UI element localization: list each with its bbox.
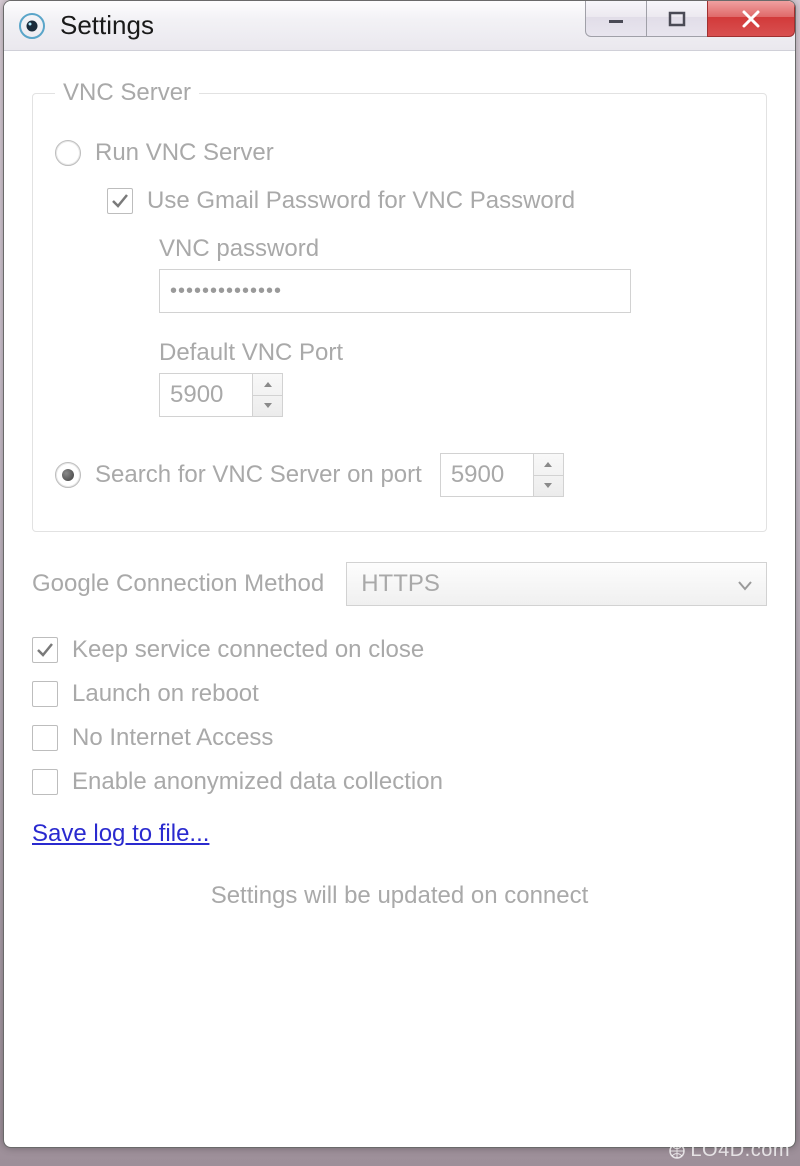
settings-window: Settings VNC Server Run VNC Server [3, 0, 796, 1148]
app-icon [18, 12, 46, 40]
options: Keep service connected on close Launch o… [32, 636, 767, 796]
no-internet-label: No Internet Access [72, 724, 273, 752]
vnc-server-group: VNC Server Run VNC Server Use Gmail Pass… [32, 79, 767, 532]
keep-connected-label: Keep service connected on close [72, 636, 424, 664]
window-title: Settings [60, 10, 154, 41]
watermark: LO4D.com [668, 1139, 790, 1162]
connection-method-dropdown[interactable]: HTTPS [346, 562, 767, 606]
chevron-down-icon [738, 570, 752, 598]
titlebar[interactable]: Settings [4, 1, 795, 51]
keep-connected-row: Keep service connected on close [32, 636, 767, 664]
search-port-label: Search for VNC Server on port [95, 461, 422, 489]
connection-method-label: Google Connection Method [32, 570, 324, 598]
maximize-button[interactable] [646, 1, 708, 37]
spin-down-icon[interactable] [534, 476, 563, 497]
use-gmail-checkbox[interactable] [107, 188, 133, 214]
spinner-arrows [533, 454, 563, 496]
spin-up-icon[interactable] [534, 454, 563, 476]
search-port-row: Search for VNC Server on port 5900 [55, 453, 744, 497]
spin-up-icon[interactable] [253, 374, 282, 396]
default-port-value: 5900 [160, 374, 252, 416]
anon-data-row: Enable anonymized data collection [32, 768, 767, 796]
vnc-password-label: VNC password [159, 235, 744, 263]
footer-note: Settings will be updated on connect [32, 882, 767, 910]
default-port-spinner[interactable]: 5900 [159, 373, 283, 417]
use-gmail-label: Use Gmail Password for VNC Password [147, 187, 575, 215]
client-area: VNC Server Run VNC Server Use Gmail Pass… [4, 51, 795, 930]
window-controls [586, 1, 795, 37]
anon-data-checkbox[interactable] [32, 769, 58, 795]
launch-reboot-checkbox[interactable] [32, 681, 58, 707]
launch-reboot-row: Launch on reboot [32, 680, 767, 708]
connection-method-row: Google Connection Method HTTPS [32, 562, 767, 606]
vnc-password-input[interactable] [159, 269, 631, 313]
watermark-text: LO4D.com [690, 1139, 790, 1162]
run-vnc-label: Run VNC Server [95, 139, 274, 167]
group-legend: VNC Server [55, 79, 199, 107]
spinner-arrows [252, 374, 282, 416]
search-port-value: 5900 [441, 454, 533, 496]
run-vnc-row: Run VNC Server [55, 139, 744, 167]
use-gmail-row: Use Gmail Password for VNC Password [107, 187, 744, 215]
globe-icon [668, 1142, 686, 1160]
search-port-spinner[interactable]: 5900 [440, 453, 564, 497]
no-internet-row: No Internet Access [32, 724, 767, 752]
minimize-button[interactable] [585, 1, 647, 37]
run-vnc-radio[interactable] [55, 140, 81, 166]
anon-data-label: Enable anonymized data collection [72, 768, 443, 796]
keep-connected-checkbox[interactable] [32, 637, 58, 663]
close-button[interactable] [707, 1, 795, 37]
search-port-radio[interactable] [55, 462, 81, 488]
launch-reboot-label: Launch on reboot [72, 680, 259, 708]
save-log-link[interactable]: Save log to file... [32, 820, 209, 848]
default-port-label: Default VNC Port [159, 339, 744, 367]
spin-down-icon[interactable] [253, 396, 282, 417]
dropdown-selected: HTTPS [361, 570, 440, 598]
no-internet-checkbox[interactable] [32, 725, 58, 751]
